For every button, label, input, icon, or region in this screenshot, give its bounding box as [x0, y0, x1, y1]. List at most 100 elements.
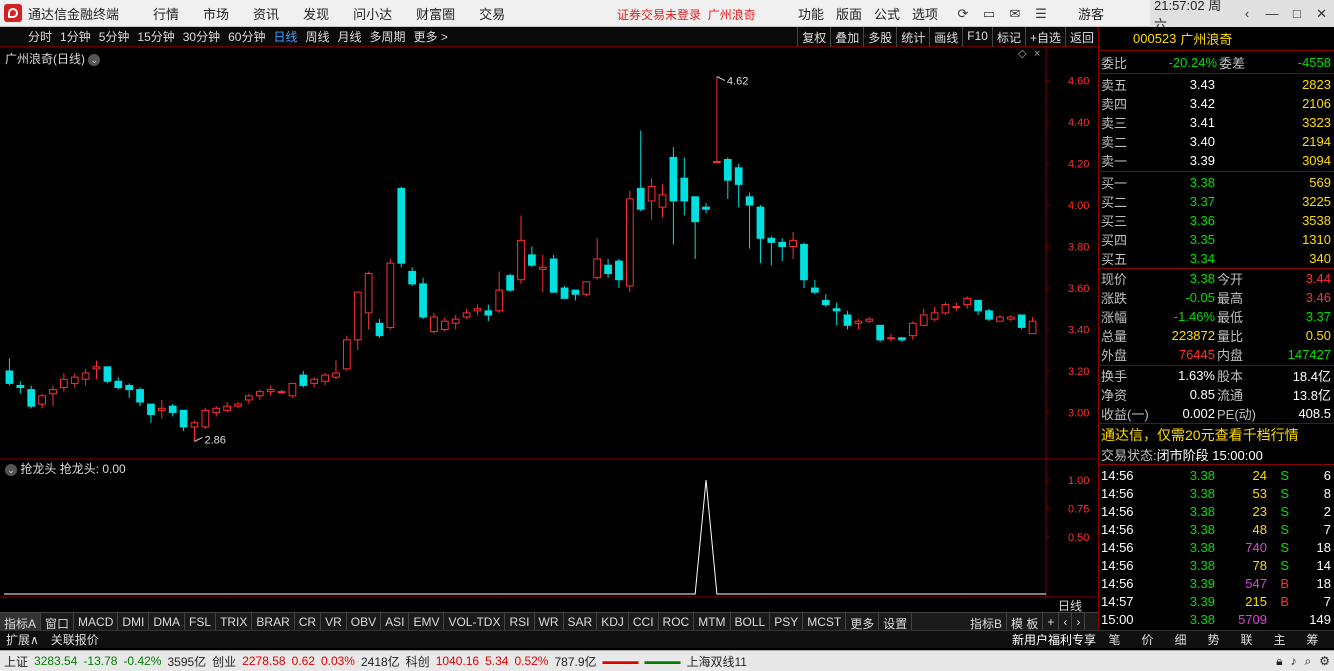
- candle-body[interactable]: [876, 324, 885, 341]
- candle-body[interactable]: [832, 308, 841, 312]
- indicator-tab-8[interactable]: CR: [295, 613, 322, 631]
- candle-body[interactable]: [996, 316, 1004, 322]
- close-icon[interactable]: ✕: [1309, 6, 1334, 22]
- menu-1[interactable]: 市场: [203, 4, 229, 23]
- candle-body[interactable]: [332, 372, 340, 378]
- candle-body[interactable]: [647, 185, 656, 202]
- indicator-tab-10[interactable]: OBV: [347, 613, 382, 631]
- candle-body[interactable]: [103, 366, 112, 382]
- candle-body[interactable]: [941, 304, 950, 314]
- candle-body[interactable]: [865, 318, 874, 322]
- candle-body[interactable]: [16, 384, 25, 389]
- candle-body[interactable]: [778, 241, 787, 248]
- scroll-right-icon[interactable]: ›: [1072, 613, 1086, 631]
- candle-body[interactable]: [430, 316, 438, 333]
- candle-body[interactable]: [5, 370, 14, 384]
- candle-body[interactable]: [114, 380, 123, 389]
- indicator-tab-1[interactable]: 窗口: [41, 613, 75, 631]
- period-3[interactable]: 15分钟: [133, 28, 178, 45]
- panel-tab-1[interactable]: 价: [1131, 631, 1164, 648]
- indicator-tab-14[interactable]: RSI: [505, 613, 535, 631]
- candle-body[interactable]: [952, 306, 961, 309]
- candle-body[interactable]: [462, 312, 471, 318]
- indicator-tab-20[interactable]: MTM: [694, 613, 731, 631]
- minimize-icon[interactable]: —: [1259, 6, 1284, 21]
- candle-body[interactable]: [985, 310, 993, 320]
- candle-body[interactable]: [636, 188, 645, 210]
- scroll-left-icon[interactable]: ‹: [1059, 613, 1073, 631]
- candle-body[interactable]: [745, 196, 754, 206]
- candle-body[interactable]: [321, 374, 329, 382]
- bell-icon[interactable]: ♪: [1291, 654, 1297, 669]
- candle-body[interactable]: [201, 409, 210, 428]
- candle-body[interactable]: [593, 258, 602, 279]
- candle-body[interactable]: [680, 177, 689, 202]
- candle-body[interactable]: [582, 281, 591, 295]
- period-1[interactable]: 1分钟: [56, 28, 95, 45]
- candle-body[interactable]: [1017, 314, 1026, 328]
- candle-body[interactable]: [168, 405, 177, 413]
- candle-body[interactable]: [789, 239, 797, 248]
- indicator-tab-4[interactable]: DMA: [149, 613, 186, 631]
- period-7[interactable]: 周线: [301, 28, 333, 45]
- candle-body[interactable]: [147, 403, 155, 415]
- right-menu-0[interactable]: 功能: [798, 4, 824, 23]
- period-5[interactable]: 60分钟: [224, 28, 269, 45]
- indicator-tab-13[interactable]: VOL-TDX: [444, 613, 506, 631]
- candle-body[interactable]: [723, 159, 732, 181]
- panel-tab-0[interactable]: 笔: [1098, 631, 1131, 648]
- candle-body[interactable]: [179, 409, 188, 428]
- candle-body[interactable]: [353, 291, 362, 341]
- indicator-tab-3[interactable]: DMI: [118, 613, 150, 631]
- toolbar-button-1[interactable]: 叠加: [830, 27, 863, 47]
- toolbar-button-4[interactable]: 画线: [929, 27, 962, 47]
- candle-body[interactable]: [277, 391, 286, 394]
- panel-tab-4[interactable]: 联: [1230, 631, 1263, 648]
- candle-body[interactable]: [70, 376, 79, 384]
- candle-body[interactable]: [92, 366, 101, 370]
- menu-3[interactable]: 发现: [303, 4, 329, 23]
- kline-chart-area[interactable]: 4.60 4.40 4.20 4.00 3.80 3.60 3.40 3.20 3.00 4.6…: [0, 48, 1098, 613]
- candle-body[interactable]: [930, 312, 939, 320]
- candle-body[interactable]: [419, 283, 427, 318]
- dropdown-icon[interactable]: ⌄: [88, 54, 101, 66]
- window-icon[interactable]: ▭: [976, 6, 1002, 22]
- candle-body[interactable]: [38, 395, 46, 405]
- candle-body[interactable]: [125, 384, 134, 391]
- candle-body[interactable]: [27, 389, 36, 407]
- candle-body[interactable]: [821, 299, 830, 306]
- candle-body[interactable]: [506, 275, 514, 291]
- candle-body[interactable]: [767, 237, 776, 243]
- candle-body[interactable]: [59, 378, 68, 389]
- candle-body[interactable]: [571, 289, 580, 295]
- menu-4[interactable]: 问小达: [353, 4, 392, 23]
- toolbar-button-8[interactable]: 返回: [1064, 27, 1098, 47]
- period-9[interactable]: 多周期: [366, 28, 410, 45]
- period-8[interactable]: 月线: [334, 28, 366, 45]
- cy-label[interactable]: 创业: [212, 653, 236, 670]
- search-icon[interactable]: ⌕: [1305, 654, 1312, 669]
- candle-body[interactable]: [408, 270, 417, 285]
- candle-body[interactable]: [299, 374, 308, 386]
- candle-body[interactable]: [266, 389, 275, 393]
- extend-toggle[interactable]: 扩展∧: [0, 631, 45, 648]
- lock-icon[interactable]: 🔒︎: [1276, 654, 1282, 669]
- indicator-dropdown-icon[interactable]: ⌄: [5, 464, 17, 476]
- candle-body[interactable]: [669, 156, 678, 202]
- indicator-tab-16[interactable]: SAR: [564, 613, 598, 631]
- candle-body[interactable]: [157, 407, 166, 411]
- candle-body[interactable]: [919, 314, 928, 326]
- indicator-right-tab-0[interactable]: 指标B: [966, 613, 1008, 631]
- candle-body[interactable]: [386, 262, 395, 328]
- candle-body[interactable]: [898, 337, 906, 341]
- login-notice[interactable]: 证券交易未登录 广州浪奇: [617, 6, 756, 23]
- candle-body[interactable]: [560, 287, 569, 299]
- refresh-icon[interactable]: ⟳: [950, 6, 976, 22]
- candle-body[interactable]: [495, 289, 504, 312]
- menu-2[interactable]: 资讯: [253, 4, 279, 23]
- candle-body[interactable]: [49, 389, 57, 395]
- indicator-tab-6[interactable]: TRIX: [216, 613, 253, 631]
- indicator-tab-12[interactable]: EMV: [409, 613, 445, 631]
- indicator-tab-9[interactable]: VR: [321, 613, 347, 631]
- sh-label[interactable]: 上证: [4, 653, 28, 670]
